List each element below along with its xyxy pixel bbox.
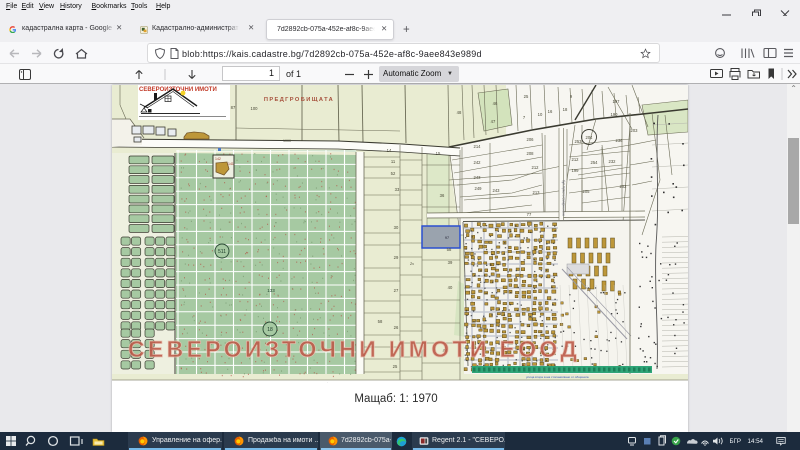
svg-text:25: 25 [393,364,398,369]
svg-text:ПРЕДГРОБИЩАТА: ПРЕДГРОБИЩАТА [264,97,334,103]
svg-text:203: 203 [631,128,639,133]
svg-text:27: 27 [394,288,399,293]
svg-text:142: 142 [215,157,221,161]
svg-text:16: 16 [548,109,553,114]
svg-text:87: 87 [231,105,236,110]
svg-text:10: 10 [538,112,543,117]
svg-text:214: 214 [474,144,482,149]
svg-text:133: 133 [267,288,275,293]
svg-text:18: 18 [563,107,568,112]
svg-text:212: 212 [572,157,580,162]
svg-text:511: 511 [218,249,226,255]
svg-text:33: 33 [395,187,400,192]
svg-text:11: 11 [391,159,396,164]
svg-text:47: 47 [491,119,496,124]
svg-text:97: 97 [445,236,449,240]
svg-text:100: 100 [251,106,259,111]
svg-text:14: 14 [387,148,392,153]
svg-text:46: 46 [493,101,498,106]
svg-text:39: 39 [448,260,453,265]
svg-text:СЕВЕРОИЗТОЧНИ ИМОТИ ЕООД: СЕВЕРОИЗТОЧНИ ИМОТИ ЕООД [128,336,580,362]
svg-text:58: 58 [378,319,383,324]
svg-text:25: 25 [524,94,529,99]
svg-text:243: 243 [493,188,501,193]
svg-text:199: 199 [572,168,580,173]
svg-text:253: 253 [575,139,583,144]
svg-text:208: 208 [527,151,535,156]
svg-text:29: 29 [394,255,399,260]
svg-text:213: 213 [533,190,541,195]
svg-text:197: 197 [613,99,621,104]
svg-text:40: 40 [448,285,453,290]
svg-text:15: 15 [436,151,441,156]
svg-text:Zv: Zv [410,262,414,266]
svg-text:улица втора зона стопанисвано: улица втора зона стопанисвано от общинат… [526,375,589,379]
svg-text:190: 190 [611,112,619,117]
svg-text:242: 242 [474,160,482,165]
svg-text:204: 204 [586,135,594,140]
svg-text:243: 243 [474,175,482,180]
svg-text:212: 212 [532,165,540,170]
svg-text:48: 48 [457,110,462,115]
svg-text:52: 52 [391,171,396,176]
svg-text:26: 26 [394,325,399,330]
svg-text:30: 30 [394,225,399,230]
svg-text:236: 236 [616,138,624,143]
svg-text:206: 206 [527,137,535,142]
svg-text:249: 249 [475,186,483,191]
svg-text:141: 141 [228,162,234,166]
svg-text:77: 77 [527,212,532,217]
svg-text:205: 205 [583,189,591,194]
svg-text:202: 202 [620,184,628,189]
svg-text:1000: 1000 [283,139,291,143]
svg-text:36: 36 [440,193,445,198]
svg-text:232: 232 [609,159,617,164]
svg-text:58: 58 [447,247,452,252]
svg-text:бул.Христо Смирненски: бул.Христо Смирненски [562,180,566,216]
svg-text:254: 254 [591,160,599,165]
svg-text:18: 18 [267,327,273,333]
